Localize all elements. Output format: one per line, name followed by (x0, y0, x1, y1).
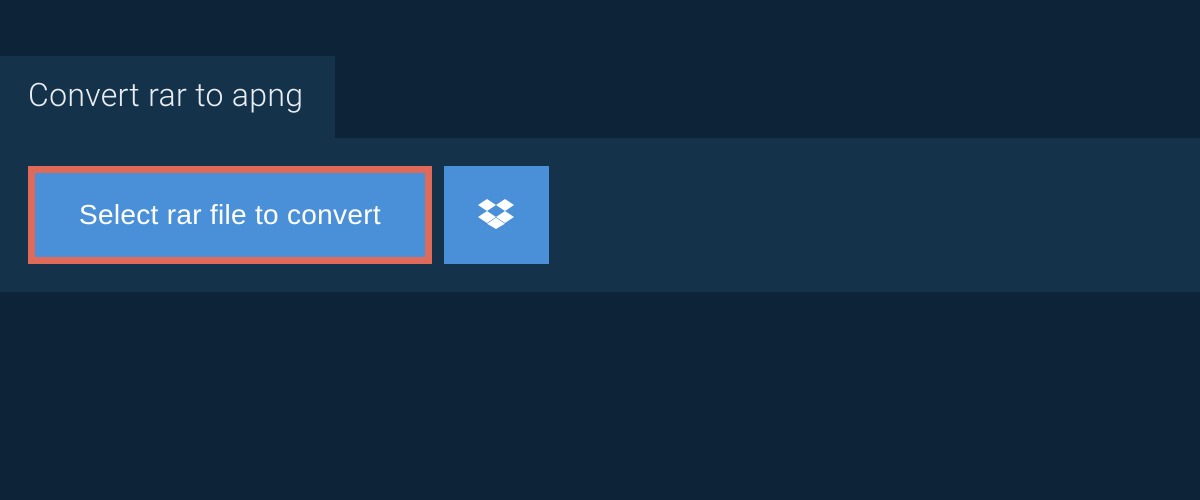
dropbox-button[interactable] (444, 166, 549, 264)
button-row: Select rar file to convert (28, 166, 1172, 264)
select-file-button[interactable]: Select rar file to convert (28, 166, 432, 264)
main-panel: Select rar file to convert (0, 138, 1200, 292)
tab-header: Convert rar to apng (0, 56, 335, 138)
dropbox-icon (478, 196, 514, 235)
select-file-label: Select rar file to convert (79, 199, 381, 231)
page-title: Convert rar to apng (28, 76, 303, 114)
